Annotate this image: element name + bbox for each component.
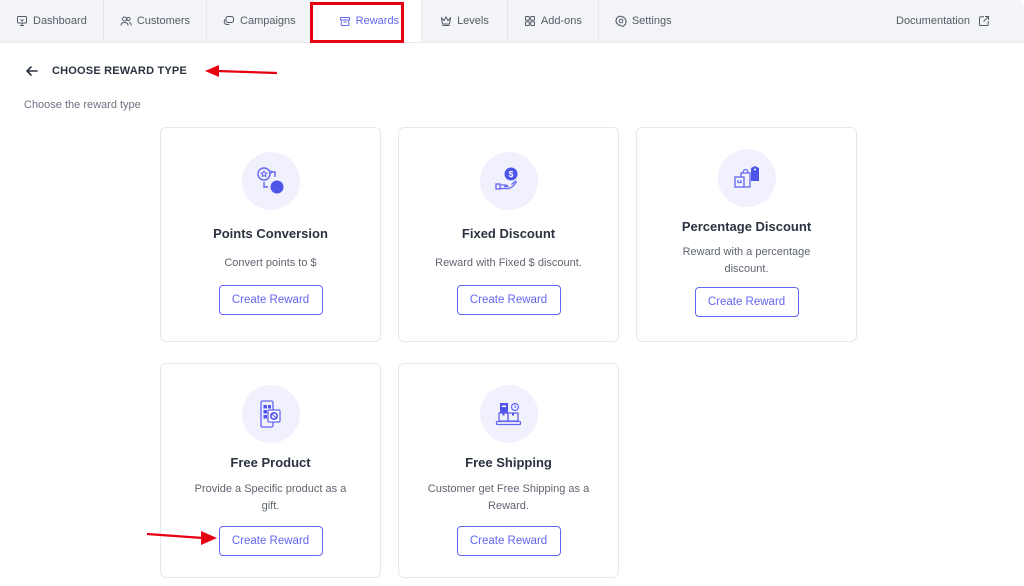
shopping-bag-tag-icon bbox=[733, 166, 759, 188]
gear-icon bbox=[614, 15, 627, 27]
card-description: Customer get Free Shipping as a Reward. bbox=[427, 483, 590, 512]
tab-settings[interactable]: Settings bbox=[599, 0, 688, 42]
card-title: Free Product bbox=[230, 455, 311, 470]
tab-label: Rewards bbox=[355, 15, 400, 27]
reward-card-free-product: Free Product Provide a Specific product … bbox=[160, 363, 381, 578]
tab-label: Customers bbox=[136, 15, 191, 27]
icon-circle bbox=[241, 385, 300, 443]
create-reward-button[interactable]: Create Reward bbox=[456, 285, 561, 315]
hand-coin-icon: $ bbox=[494, 167, 517, 190]
card-title: Free Shipping bbox=[465, 455, 552, 470]
reward-card-points-conversion: Points Conversion Convert points to $ Cr… bbox=[160, 127, 381, 342]
page-header: CHOOSE REWARD TYPE bbox=[24, 63, 187, 79]
reward-card-free-shipping: Free Shipping Customer get Free Shipping… bbox=[398, 363, 619, 578]
card-description: Provide a Specific product as a gift. bbox=[194, 483, 347, 512]
icon-circle bbox=[241, 152, 300, 210]
documentation-label: Documentation bbox=[896, 15, 970, 27]
tab-label: Add-ons bbox=[540, 15, 582, 27]
create-reward-button[interactable]: Create Reward bbox=[694, 287, 799, 317]
tab-label: Settings bbox=[631, 15, 672, 27]
reward-card-percentage-discount: Percentage Discount Reward with a percen… bbox=[636, 127, 857, 342]
create-reward-button[interactable]: Create Reward bbox=[218, 526, 323, 556]
card-title: Percentage Discount bbox=[681, 219, 812, 234]
top-navigation: Dashboard Customers Campaigns Rewards Le… bbox=[0, 0, 1024, 43]
users-icon bbox=[120, 15, 132, 27]
chat-bubbles-icon bbox=[223, 15, 235, 27]
external-link-icon bbox=[978, 15, 990, 27]
documentation-link[interactable]: Documentation bbox=[880, 0, 1024, 42]
tab-dashboard[interactable]: Dashboard bbox=[0, 0, 104, 42]
tab-levels[interactable]: Levels bbox=[422, 0, 508, 42]
reward-card-fixed-discount: $ Fixed Discount Reward with Fixed $ dis… bbox=[398, 127, 619, 342]
back-arrow-icon[interactable] bbox=[24, 63, 40, 79]
tab-label: Levels bbox=[457, 15, 489, 27]
tab-rewards[interactable]: Rewards bbox=[312, 0, 423, 42]
create-reward-button[interactable]: Create Reward bbox=[456, 526, 561, 556]
create-reward-button[interactable]: Create Reward bbox=[218, 285, 323, 315]
icon-circle bbox=[479, 385, 538, 443]
icon-circle bbox=[717, 149, 776, 207]
points-conversion-icon bbox=[256, 167, 283, 194]
shipping-boxes-icon bbox=[495, 402, 521, 426]
monitor-icon bbox=[16, 15, 28, 27]
tab-label: Dashboard bbox=[33, 15, 87, 27]
card-description: Reward with a percentage discount. bbox=[682, 246, 811, 275]
gift-box-icon bbox=[339, 15, 351, 27]
crown-icon bbox=[440, 15, 452, 27]
page-subtitle: Choose the reward type bbox=[24, 99, 141, 111]
card-title: Fixed Discount bbox=[461, 226, 556, 241]
tab-add-ons[interactable]: Add-ons bbox=[508, 0, 599, 42]
annotation-arrow-title bbox=[205, 65, 278, 77]
tab-customers[interactable]: Customers bbox=[104, 0, 208, 42]
tab-campaigns[interactable]: Campaigns bbox=[207, 0, 313, 42]
product-gift-icon bbox=[259, 400, 281, 428]
svg-text:$: $ bbox=[508, 169, 513, 179]
card-description: Reward with Fixed $ discount. bbox=[435, 257, 582, 269]
icon-circle: $ bbox=[479, 152, 538, 210]
tab-label: Campaigns bbox=[240, 15, 296, 27]
card-description: Convert points to $ bbox=[224, 257, 317, 269]
card-title: Points Conversion bbox=[213, 226, 328, 241]
page-title: CHOOSE REWARD TYPE bbox=[52, 65, 188, 77]
grid-icon bbox=[524, 15, 536, 27]
